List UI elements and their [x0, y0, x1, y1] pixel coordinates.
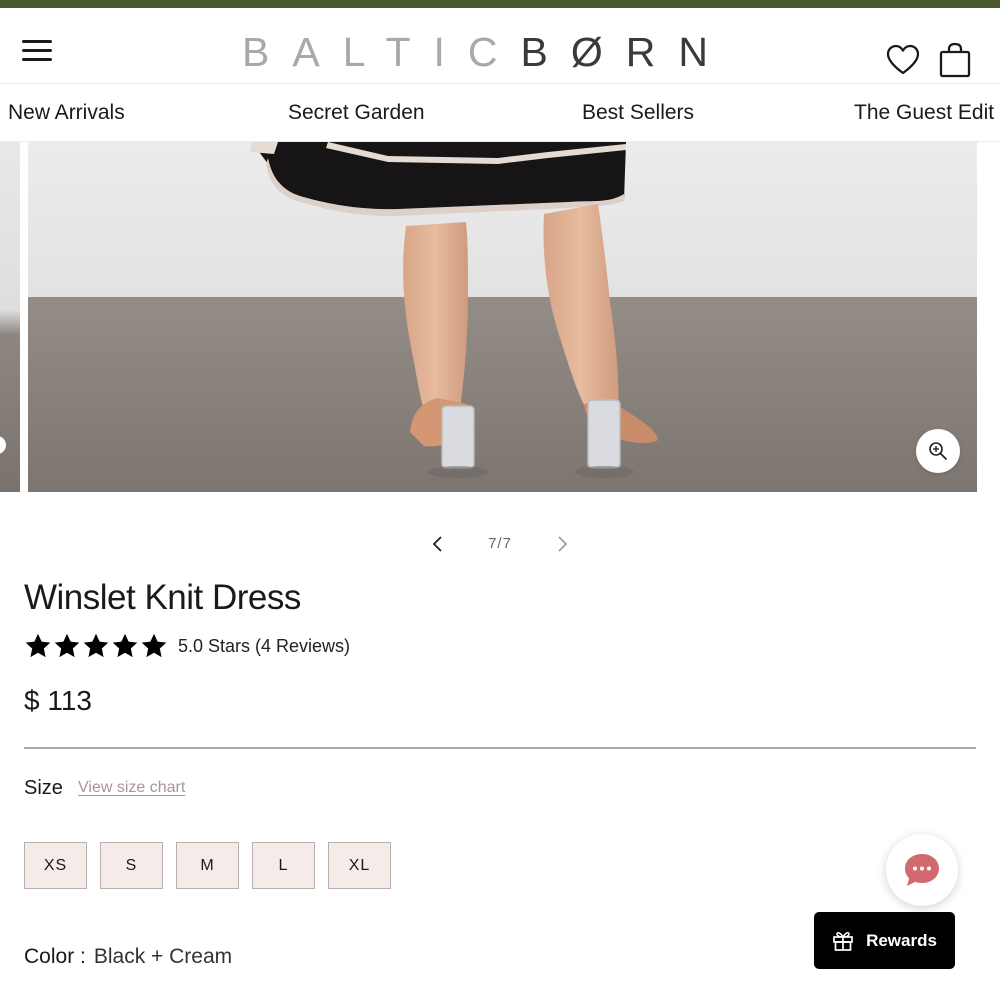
nav-item-new-arrivals[interactable]: New Arrivals — [8, 101, 125, 125]
site-logo[interactable]: BALTIC BØRN — [242, 28, 731, 75]
hamburger-icon[interactable] — [22, 40, 52, 62]
product-image[interactable] — [28, 142, 977, 492]
rewards-label: Rewards — [866, 930, 937, 950]
size-label: Size — [24, 777, 63, 799]
zoom-in-icon[interactable] — [916, 429, 960, 473]
main-nav: New Arrivals Secret Garden Best Sellers … — [0, 85, 1000, 142]
rewards-button[interactable]: Rewards — [814, 912, 955, 969]
size-options: XS S M L XL — [24, 842, 391, 889]
gallery-pager: 7/7 — [420, 530, 580, 558]
star-icon — [112, 633, 138, 658]
slide-counter: 7/7 — [488, 535, 512, 552]
star-icon — [141, 633, 167, 658]
chevron-right-icon[interactable] — [552, 534, 572, 554]
star-icon — [25, 633, 51, 658]
star-icon — [83, 633, 109, 658]
size-option[interactable]: S — [100, 842, 163, 889]
nav-item-the-guest-edit[interactable]: The Guest Edit — [854, 101, 994, 125]
chat-bubble-icon — [905, 854, 939, 886]
logo-text-born: BØRN — [520, 28, 731, 75]
site-header: BALTIC BØRN — [0, 8, 1000, 84]
size-option[interactable]: XL — [328, 842, 391, 889]
shopping-bag-icon[interactable] — [938, 42, 972, 78]
color-selection: Color : Black + Cream — [24, 945, 232, 969]
chevron-left-icon[interactable] — [428, 534, 448, 554]
rating-text: 5.0 Stars (4 Reviews) — [178, 635, 351, 656]
nav-item-secret-garden[interactable]: Secret Garden — [288, 101, 425, 125]
divider — [24, 747, 976, 749]
product-gallery[interactable] — [0, 142, 1000, 492]
color-value: Black + Cream — [93, 945, 233, 968]
product-price: $ 113 — [24, 685, 92, 716]
rating-stars — [24, 632, 168, 660]
chat-button[interactable] — [886, 834, 958, 906]
size-option[interactable]: XS — [24, 842, 87, 889]
gift-icon — [833, 931, 853, 951]
nav-item-best-sellers[interactable]: Best Sellers — [582, 101, 694, 125]
top-announcement-bar — [0, 0, 1000, 8]
product-title: Winslet Knit Dress — [24, 578, 301, 617]
size-option[interactable]: M — [176, 842, 239, 889]
color-label: Color : — [24, 945, 86, 968]
size-chart-link[interactable]: View size chart — [78, 779, 185, 797]
size-option[interactable]: L — [252, 842, 315, 889]
logo-text-baltic: BALTIC — [242, 28, 521, 75]
star-icon — [54, 633, 80, 658]
heart-icon[interactable] — [886, 44, 920, 76]
product-rating[interactable]: 5.0 Stars (4 Reviews) — [24, 631, 350, 661]
